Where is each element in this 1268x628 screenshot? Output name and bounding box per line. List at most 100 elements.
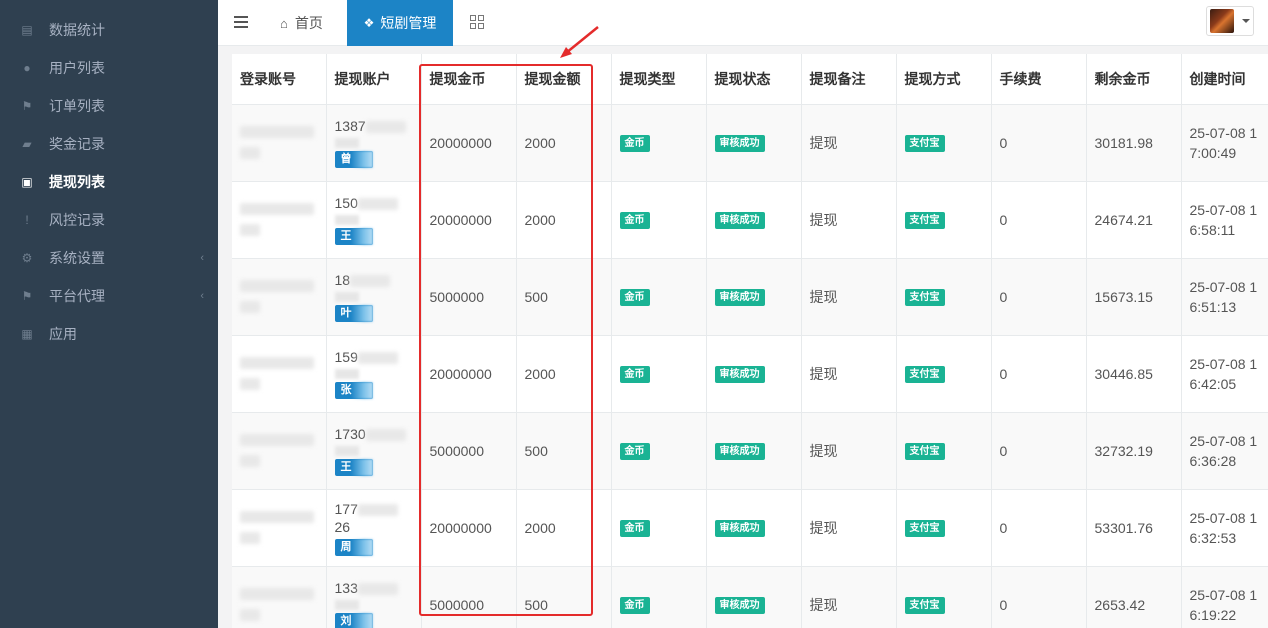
book-icon: ▰ <box>22 137 32 151</box>
redacted-text <box>357 198 398 211</box>
type-badge: 金币 <box>619 289 650 306</box>
column-header[interactable]: 剩余金币 <box>1086 54 1182 105</box>
account-name-tag: 刘 <box>334 613 373 628</box>
withdraw-type-cell: 金币 <box>611 181 707 259</box>
chevron-left-icon: ‹ <box>200 290 204 302</box>
column-header[interactable]: 提现方式 <box>896 54 992 105</box>
status-badge: 审核成功 <box>714 289 765 306</box>
column-header[interactable]: 登录账号 <box>232 54 327 105</box>
remaining-coins-cell: 30181.98 <box>1086 104 1182 182</box>
table-row[interactable]: 1387 曾 20000000 2000 金币 审核成功 提现 支付宝 0 30181.98 25-… <box>232 104 1268 182</box>
grid-cell <box>478 15 484 21</box>
sidebar-item-risk-records[interactable]: ! 风控记录 <box>0 201 218 239</box>
table-row[interactable]: 18 叶 5000000 500 金币 审核成功 提现 支付宝 0 15673.15 25-07-0… <box>232 258 1268 336</box>
withdraw-status-cell: 审核成功 <box>706 412 802 490</box>
redacted-text <box>240 377 260 390</box>
sidebar-item-platform-agents[interactable]: ⚑ 平台代理 ‹ <box>0 277 218 315</box>
phone-number: 1730 <box>335 425 413 443</box>
withdraw-method-cell: 支付宝 <box>896 258 992 336</box>
sidebar-item-data-stats[interactable]: ▤ 数据统计 <box>0 11 218 49</box>
withdraw-type-cell: 金币 <box>611 104 707 182</box>
hamburger-icon-bar <box>234 21 248 23</box>
withdraw-coins-cell: 20000000 <box>421 181 517 259</box>
withdraw-remark-cell: 提现 <box>801 258 897 336</box>
dropbox-icon: ❖ <box>363 16 375 30</box>
table-row[interactable]: 133 刘 5000000 500 金币 审核成功 提现 支付宝 0 2653.42 25-07-0… <box>232 566 1268 628</box>
redacted-text <box>240 223 260 236</box>
fee-cell: 0 <box>991 412 1087 490</box>
account-name-tag: 周 <box>334 538 373 556</box>
phone-number: 133 <box>335 579 413 597</box>
redacted-text <box>240 510 314 523</box>
status-badge: 审核成功 <box>714 212 765 229</box>
table-header-row: 登录账号 提现账户 提现金币 提现金额 提现类型 提现状态 提现备注 提现方式 … <box>232 54 1268 105</box>
table-row[interactable]: 177 26 周 20000000 2000 金币 审核成功 提现 支付宝 0 53301.76 25… <box>232 489 1268 567</box>
sidebar-item-order-list[interactable]: ⚑ 订单列表 <box>0 87 218 125</box>
method-badge: 支付宝 <box>904 289 945 306</box>
redacted-text <box>240 587 314 600</box>
tab-home[interactable]: ⌂ 首页 <box>280 0 323 46</box>
table-row[interactable]: 1730 王 5000000 500 金币 审核成功 提现 支付宝 0 32732.19 25-07… <box>232 412 1268 490</box>
phone-number: 18 <box>335 271 413 289</box>
type-badge: 金币 <box>619 212 650 229</box>
column-header[interactable]: 提现备注 <box>801 54 897 105</box>
column-header[interactable]: 创建时间 <box>1181 54 1268 105</box>
remaining-coins-cell: 53301.76 <box>1086 489 1182 567</box>
caret-down-icon <box>1242 19 1250 23</box>
column-header[interactable]: 提现金币 <box>421 54 517 105</box>
sidebar-item-apps[interactable]: ▦ 应用 <box>0 315 218 353</box>
grid-cell <box>478 23 484 29</box>
withdraw-status-cell: 审核成功 <box>706 181 802 259</box>
account-name-tag: 王 <box>334 228 373 245</box>
avatar <box>1210 9 1234 33</box>
withdraw-method-cell: 支付宝 <box>896 566 992 628</box>
sidebar-item-withdraw-list[interactable]: ▣ 提现列表 <box>0 163 218 201</box>
created-time-cell: 25-07-08 16:32:53 <box>1181 489 1268 567</box>
hamburger-icon-bar <box>234 26 248 28</box>
redacted-text <box>240 146 260 159</box>
withdraw-amount-cell: 2000 <box>516 489 612 567</box>
withdraw-account-cell: 1730 王 <box>326 412 422 490</box>
chevron-left-icon: ‹ <box>200 252 204 264</box>
column-header[interactable]: 提现类型 <box>611 54 707 105</box>
fee-cell: 0 <box>991 566 1087 628</box>
redacted-text <box>240 279 314 292</box>
home-icon: ⌂ <box>280 15 288 31</box>
withdraw-method-cell: 支付宝 <box>896 489 992 567</box>
redacted-text <box>365 121 406 134</box>
type-badge: 金币 <box>619 443 650 460</box>
menu-toggle-button[interactable] <box>234 13 248 31</box>
login-account-cell <box>232 489 327 567</box>
withdraw-type-cell: 金币 <box>611 566 707 628</box>
sidebar-item-label: 用户列表 <box>49 60 105 76</box>
withdraw-account-cell: 159 张 <box>326 335 422 413</box>
gear-icon: ⚙ <box>21 251 33 265</box>
account-name-tag: 曾 <box>334 151 373 168</box>
table-row[interactable]: 159 张 20000000 2000 金币 审核成功 提现 支付宝 0 30446.85 25-0… <box>232 335 1268 413</box>
fee-cell: 0 <box>991 335 1087 413</box>
sidebar-item-system-settings[interactable]: ⚙ 系统设置 ‹ <box>0 239 218 277</box>
withdraw-coins-cell: 20000000 <box>421 489 517 567</box>
column-header[interactable]: 提现账户 <box>326 54 422 105</box>
tab-label: 首页 <box>294 15 323 31</box>
sidebar-item-user-list[interactable]: ● 用户列表 <box>0 49 218 87</box>
phone-number-suffix: 26 <box>334 518 351 535</box>
type-badge: 金币 <box>619 135 650 152</box>
grid-icon[interactable] <box>470 15 484 29</box>
column-header[interactable]: 手续费 <box>991 54 1087 105</box>
redacted-text <box>334 600 359 610</box>
table-row[interactable]: 150 王 20000000 2000 金币 审核成功 提现 支付宝 0 24674.21 25-0… <box>232 181 1268 259</box>
column-header[interactable]: 提现金额 <box>516 54 612 105</box>
user-menu-dropdown[interactable] <box>1206 6 1254 36</box>
sidebar-item-bonus-records[interactable]: ▰ 奖金记录 <box>0 125 218 163</box>
redacted-text <box>240 531 260 544</box>
withdraw-type-cell: 金币 <box>611 258 707 336</box>
column-header[interactable]: 提现状态 <box>706 54 802 105</box>
sidebar-item-label: 奖金记录 <box>49 136 105 152</box>
withdraw-coins-cell: 5000000 <box>421 258 517 336</box>
tab-drama-management[interactable]: ❖ 短剧管理 <box>347 0 453 46</box>
redacted-text <box>240 356 314 369</box>
top-navbar: ⌂ 首页 ❖ 短剧管理 <box>218 0 1268 46</box>
account-name-tag: 张 <box>334 382 373 399</box>
sidebar-item-label: 应用 <box>49 326 77 342</box>
